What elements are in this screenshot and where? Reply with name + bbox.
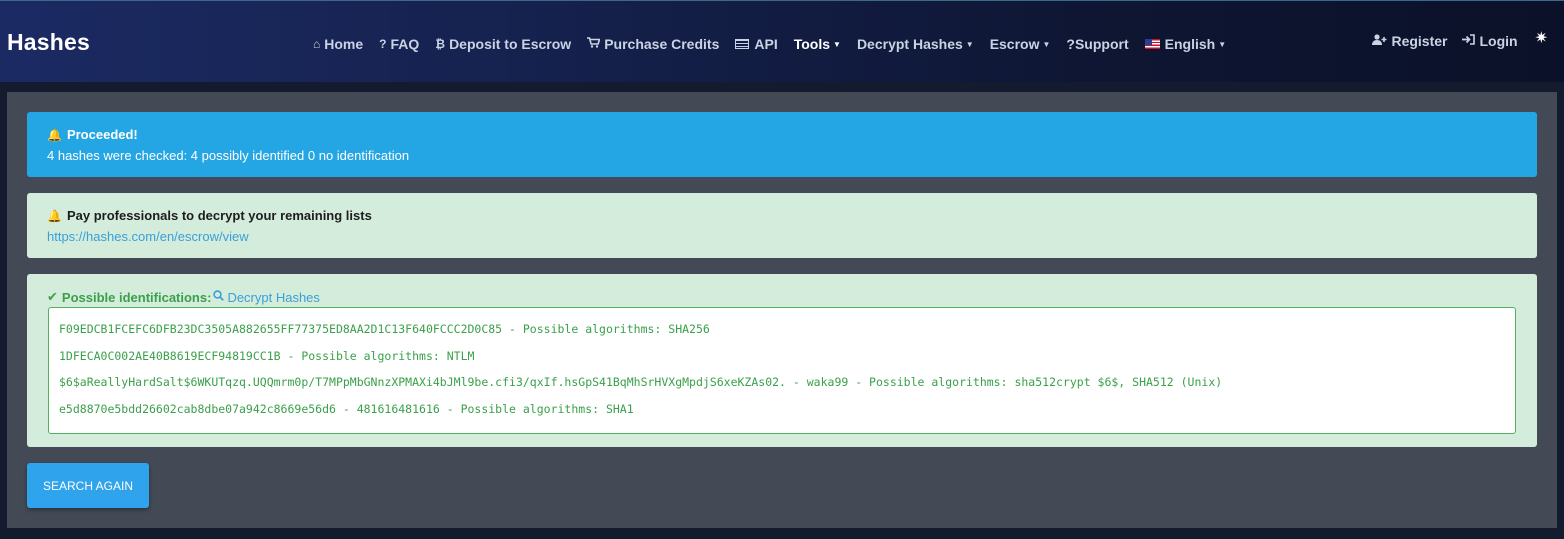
results-label: Possible identifications: xyxy=(61,289,212,305)
nav-register-label: Register xyxy=(1391,33,1448,49)
user-nav: Register Login ✷ xyxy=(1372,30,1548,49)
nav-purchase-label: Purchase Credits xyxy=(604,36,720,52)
nav-register[interactable]: Register xyxy=(1372,33,1447,49)
nav-faq-label: FAQ xyxy=(390,36,420,52)
results-output[interactable]: F09EDCB1FCEFC6DFB23DC3505A882655FF77375E… xyxy=(48,307,1516,434)
nav-api[interactable]: API xyxy=(735,36,778,52)
decrypt-hashes-label: Decrypt Hashes xyxy=(227,289,320,305)
result-line: F09EDCB1FCEFC6DFB23DC3505A882655FF77375E… xyxy=(59,322,710,336)
result-line: 1DFECA0C002AE40B8619ECF94819CC1B - Possi… xyxy=(59,348,475,363)
nav-tools-label: Tools xyxy=(793,36,831,52)
proceeded-alert-title: Proceeded! xyxy=(66,127,138,142)
nav-decrypt[interactable]: Decrypt Hashes ▼ xyxy=(857,36,974,52)
escrow-link[interactable]: https://hashes.com/en/escrow/view xyxy=(47,229,1517,244)
gear-icon[interactable]: ✷ xyxy=(1535,28,1548,48)
nav-language[interactable]: English ▼ xyxy=(1144,36,1227,52)
check-icon: ✔ xyxy=(47,289,58,304)
chevron-down-icon: ▼ xyxy=(965,39,974,49)
nav-language-label: English xyxy=(1164,36,1216,52)
escrow-alert-title-row: 🔔 Pay professionals to decrypt your rema… xyxy=(47,208,1517,223)
proceeded-alert-title-row: 🔔 Proceeded! xyxy=(47,127,1517,142)
nav-decrypt-label: Decrypt Hashes xyxy=(856,36,963,52)
proceeded-alert-text: 4 hashes were checked: 4 possibly identi… xyxy=(47,148,410,163)
search-icon xyxy=(213,290,225,304)
cart-icon xyxy=(587,37,601,51)
nav-support[interactable]: ?Support xyxy=(1066,36,1128,52)
nav-purchase[interactable]: Purchase Credits xyxy=(587,36,719,52)
search-again-button[interactable]: SEARCH AGAIN xyxy=(27,463,149,508)
brand-logo[interactable]: Hashes xyxy=(7,29,90,56)
nav-escrow-label: Escrow xyxy=(989,36,1040,52)
bell-icon: 🔔 xyxy=(47,208,62,223)
escrow-alert-title: Pay professionals to decrypt your remain… xyxy=(66,208,372,223)
sign-in-icon xyxy=(1462,34,1476,48)
nav-home[interactable]: ⌂ Home xyxy=(313,36,363,52)
nav-faq[interactable]: ? FAQ xyxy=(379,36,419,52)
result-line: e5d8870e5bdd26602cab8dbe07a942c8669e56d6… xyxy=(59,401,634,416)
nav-home-label: Home xyxy=(324,36,364,52)
decrypt-hashes-link[interactable]: Decrypt Hashes xyxy=(213,289,320,305)
nav-tools[interactable]: Tools ▼ xyxy=(794,36,841,52)
result-line: $6$aReallyHardSalt$6WKUTqzq.UQQmrm0p/T7M… xyxy=(59,375,1223,389)
bell-icon: 🔔 xyxy=(47,127,62,142)
nav-deposit[interactable]: ₿ Deposit to Escrow xyxy=(435,36,571,52)
escrow-alert: 🔔 Pay professionals to decrypt your rema… xyxy=(27,193,1537,258)
main-panel: 🔔 Proceeded! 4 hashes were checked: 4 po… xyxy=(7,92,1557,528)
bitcoin-icon: ₿ xyxy=(435,37,446,51)
results-header: ✔ Possible identifications: Decrypt Hash… xyxy=(47,289,1517,305)
identification-results: ✔ Possible identifications: Decrypt Hash… xyxy=(27,274,1537,447)
nav-deposit-label: Deposit to Escrow xyxy=(449,36,572,52)
us-flag-icon xyxy=(1144,39,1160,49)
nav-login-label: Login xyxy=(1479,33,1518,49)
question-icon: ? xyxy=(379,37,387,51)
chevron-down-icon: ▼ xyxy=(1218,39,1227,49)
chevron-down-icon: ▼ xyxy=(1042,39,1051,49)
nav-support-label: ?Support xyxy=(1066,36,1129,52)
proceeded-alert: 🔔 Proceeded! 4 hashes were checked: 4 po… xyxy=(27,112,1537,177)
chevron-down-icon: ▼ xyxy=(833,39,841,49)
navbar: Hashes ⌂ Home ? FAQ ₿ Deposit to Escrow … xyxy=(0,0,1564,82)
nav-login[interactable]: Login xyxy=(1462,33,1518,49)
home-icon: ⌂ xyxy=(313,37,321,51)
nav-api-label: API xyxy=(754,36,778,52)
api-icon xyxy=(735,39,750,49)
nav-escrow[interactable]: Escrow ▼ xyxy=(990,36,1051,52)
user-plus-icon xyxy=(1372,34,1387,48)
main-nav: ⌂ Home ? FAQ ₿ Deposit to Escrow Purchas… xyxy=(313,34,1242,54)
